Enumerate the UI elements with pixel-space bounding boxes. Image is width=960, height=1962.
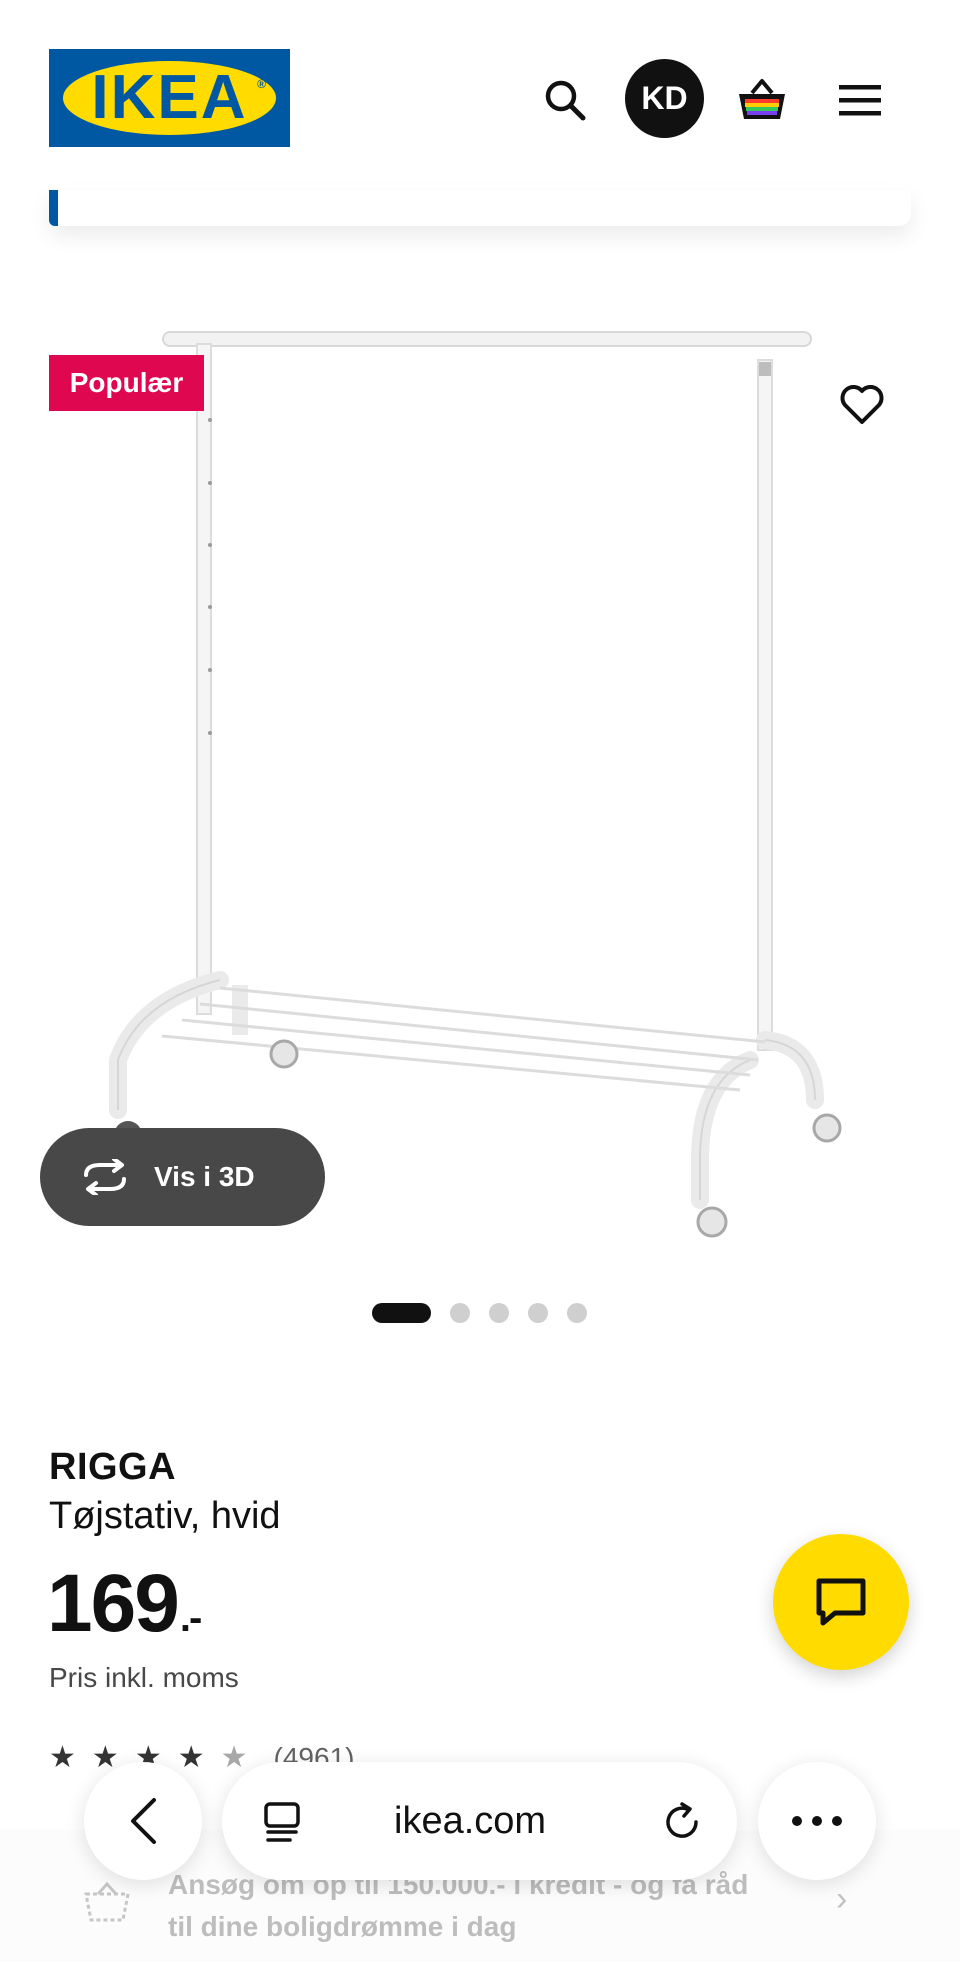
chat-button[interactable] (773, 1534, 909, 1670)
basket-button[interactable] (728, 66, 796, 134)
gallery-pagination (372, 1302, 587, 1324)
tabs-icon (264, 1802, 300, 1842)
user-avatar[interactable]: KD (625, 59, 704, 138)
product-name: RIGGA (49, 1446, 177, 1488)
browser-address-bar[interactable]: ikea.com (222, 1762, 737, 1880)
more-dots-icon (792, 1816, 842, 1826)
top-banner-strip[interactable] (49, 190, 911, 226)
price-vat-note: Pris inkl. moms (49, 1662, 239, 1693)
search-button[interactable] (535, 70, 595, 130)
browser-more-button[interactable] (758, 1762, 876, 1880)
hamburger-menu-icon (839, 85, 881, 116)
logo-wordmark: IKEA (91, 63, 248, 132)
favorite-button[interactable] (832, 374, 892, 434)
view-in-3d-button[interactable]: Vis i 3D (40, 1128, 325, 1226)
star-icon: ★ (177, 1741, 205, 1774)
search-icon (545, 80, 586, 121)
chat-icon (816, 1578, 866, 1626)
chevron-left-icon (131, 1798, 156, 1844)
shopping-basket-icon (739, 79, 785, 119)
logo-registered-mark: ® (257, 77, 266, 91)
banner-accent-bar (49, 190, 58, 226)
gallery-dot[interactable] (567, 1303, 587, 1323)
heart-icon (840, 385, 884, 424)
gallery-dot[interactable] (489, 1303, 509, 1323)
product-description: Tøjstativ, hvid (49, 1495, 281, 1537)
price-main: 169 (47, 1558, 180, 1649)
gallery-dot-active[interactable] (372, 1303, 431, 1323)
popular-badge: Populær (49, 355, 204, 411)
star-icon: ★ (49, 1741, 76, 1774)
gallery-dot[interactable] (450, 1303, 470, 1323)
menu-button[interactable] (830, 70, 890, 130)
product-price: 169.- (47, 1558, 202, 1664)
credit-basket-icon (84, 1881, 130, 1922)
gallery-dot[interactable] (528, 1303, 548, 1323)
chevron-right-icon: › (836, 1880, 848, 1918)
ikea-logo[interactable]: IKEA ® (49, 49, 290, 147)
url-text: ikea.com (394, 1800, 547, 1842)
product-image[interactable] (100, 320, 860, 1250)
rotate-3d-icon (84, 1159, 126, 1195)
browser-back-button[interactable] (84, 1762, 202, 1880)
view-in-3d-label: Vis i 3D (154, 1161, 255, 1192)
reload-icon[interactable] (660, 1800, 704, 1844)
half-star-icon: ★ (220, 1741, 248, 1774)
price-suffix: .- (179, 1596, 202, 1640)
